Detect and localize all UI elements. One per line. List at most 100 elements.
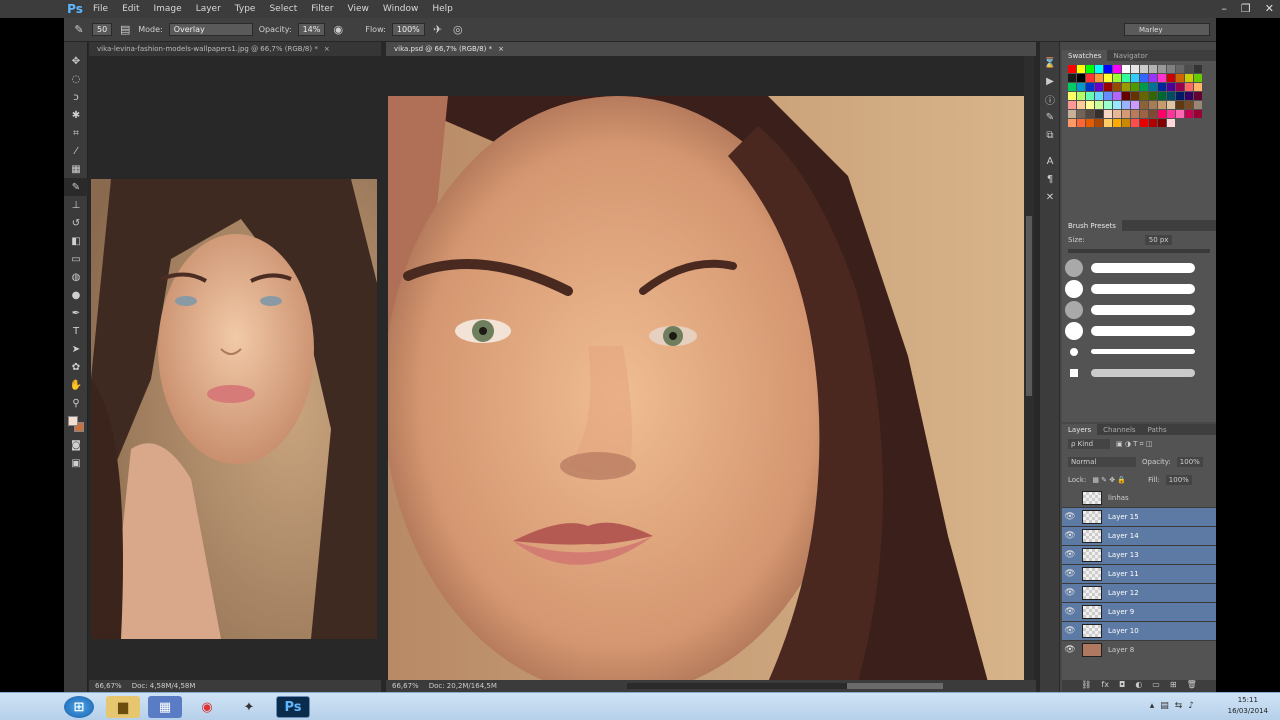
swatch[interactable] [1077,110,1085,118]
swatch[interactable] [1149,101,1157,109]
swatch[interactable] [1167,101,1175,109]
swatch[interactable] [1194,92,1202,100]
link-icon[interactable]: ⛓ [1081,680,1091,692]
swatch[interactable] [1104,119,1112,127]
swatch[interactable] [1140,65,1148,73]
swatch[interactable] [1140,119,1148,127]
swatch[interactable] [1113,101,1121,109]
swatch[interactable] [1131,119,1139,127]
brush-panel-icon[interactable]: ▤ [118,23,132,37]
tab-swatches[interactable]: Swatches [1062,50,1108,61]
swatch[interactable] [1104,65,1112,73]
quick-select-tool-icon[interactable]: ✱ [64,106,88,124]
swatch[interactable] [1167,92,1175,100]
menu-layer[interactable]: Layer [189,4,228,14]
swatch[interactable] [1077,92,1085,100]
brush-panel-icon[interactable]: ✎ [1040,108,1060,126]
swatch[interactable] [1149,119,1157,127]
pressure-size-icon[interactable]: ◎ [451,23,465,37]
swatch[interactable] [1131,101,1139,109]
swatch[interactable] [1086,110,1094,118]
explorer-taskbar-icon[interactable]: ▆ [106,696,140,718]
swatch[interactable] [1077,101,1085,109]
swatch[interactable] [1122,74,1130,82]
eyedropper-tool-icon[interactable]: ⁄ [64,142,88,160]
pressure-opacity-icon[interactable]: ◉ [331,23,345,37]
swatch[interactable] [1131,83,1139,91]
lasso-tool-icon[interactable]: ↄ [64,88,88,106]
swatch[interactable] [1104,101,1112,109]
layer-filter-kind[interactable]: ρ Kind [1068,439,1110,449]
clone-source-icon[interactable]: ⧉ [1040,126,1060,144]
shape-tool-icon[interactable]: ✿ [64,358,88,376]
close-tab-icon[interactable]: × [498,45,504,53]
quick-mask-icon[interactable]: ◙ [64,436,88,454]
swatch[interactable] [1068,101,1076,109]
swatch[interactable] [1194,83,1202,91]
layer-name[interactable]: Layer 12 [1108,589,1139,597]
swatch[interactable] [1113,74,1121,82]
menu-help[interactable]: Help [425,4,460,14]
horizontal-scrollbar[interactable] [626,683,943,689]
brush-tool-icon[interactable]: ✎ [64,178,88,196]
swatch[interactable] [1140,83,1148,91]
layer-name[interactable]: Layer 14 [1108,532,1139,540]
visibility-eye-icon[interactable]: 👁 [1062,607,1078,617]
layer-row[interactable]: linhas [1062,489,1216,508]
swatch[interactable] [1086,101,1094,109]
swatch[interactable] [1149,74,1157,82]
doc-tab-painting[interactable]: vika.psd @ 66,7% (RGB/8) * × [386,42,1036,56]
lock-icons[interactable]: ▦ ✎ ✥ 🔒 [1092,476,1126,484]
swatch[interactable] [1158,83,1166,91]
dodge-tool-icon[interactable]: ● [64,286,88,304]
swatch[interactable] [1194,110,1202,118]
workspace-select[interactable]: Marley [1124,23,1210,36]
layer-row[interactable]: 👁 Layer 8 [1062,641,1216,659]
swatch[interactable] [1095,92,1103,100]
tray-icons[interactable]: ▴▤⇆♪ [1150,701,1200,711]
swatch[interactable] [1104,83,1112,91]
path-select-tool-icon[interactable]: ➤ [64,340,88,358]
brush-preset[interactable] [1062,320,1216,341]
airbrush-icon[interactable]: ✈ [431,23,445,37]
layer-name[interactable]: Layer 9 [1108,608,1134,616]
flow-field[interactable]: 100% [391,23,425,36]
swatch[interactable] [1149,110,1157,118]
swatch[interactable] [1077,119,1085,127]
swatch[interactable] [1077,74,1085,82]
swatch[interactable] [1077,83,1085,91]
character-icon[interactable]: A [1040,152,1060,170]
screen-mode-icon[interactable]: ▣ [64,454,88,472]
tab-brush-presets[interactable]: Brush Presets [1062,220,1122,231]
minimize-icon[interactable]: – [1221,2,1227,15]
swatch[interactable] [1140,92,1148,100]
calculator-taskbar-icon[interactable]: ▦ [148,696,182,718]
tab-paths[interactable]: Paths [1142,424,1173,435]
brush-preset[interactable] [1062,341,1216,362]
swatch[interactable] [1086,83,1094,91]
swatch[interactable] [1176,83,1184,91]
swatch[interactable] [1068,92,1076,100]
swatch[interactable] [1122,65,1130,73]
swatch[interactable] [1176,74,1184,82]
swatch[interactable] [1167,74,1175,82]
menu-window[interactable]: Window [376,4,426,14]
brush-preset[interactable] [1062,362,1216,383]
swatch[interactable] [1140,74,1148,82]
pen-tool-icon[interactable]: ✒ [64,304,88,322]
swatch[interactable] [1122,92,1130,100]
swatch[interactable] [1122,83,1130,91]
marquee-tool-icon[interactable]: ◌ [64,70,88,88]
type-tool-icon[interactable]: T [64,322,88,340]
clone-stamp-tool-icon[interactable]: ⊥ [64,196,88,214]
swatch[interactable] [1167,65,1175,73]
blend-mode-select[interactable]: Normal [1068,457,1136,467]
painting-canvas[interactable] [388,96,1024,682]
swatch[interactable] [1131,74,1139,82]
layer-row[interactable]: 👁 Layer 11 [1062,565,1216,584]
swatch[interactable] [1068,110,1076,118]
tool-presets-icon[interactable]: ✕ [1040,188,1060,206]
doc-tab-reference[interactable]: vika-levina-fashion-models-wallpapers1.j… [89,42,381,56]
swatch[interactable] [1095,74,1103,82]
photoshop-taskbar-icon[interactable]: Ps [276,696,310,718]
